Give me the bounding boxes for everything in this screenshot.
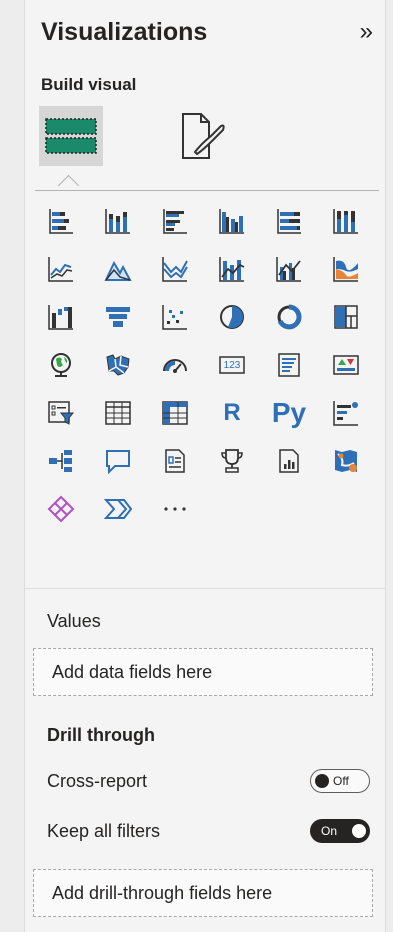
r-icon-label: R bbox=[223, 399, 241, 426]
power-automate-icon[interactable] bbox=[100, 491, 136, 527]
toggle-knob bbox=[315, 774, 329, 788]
tab-separator bbox=[35, 190, 379, 191]
cross-report-label: Cross-report bbox=[47, 771, 148, 791]
line-chart-icon[interactable] bbox=[43, 251, 79, 287]
selected-tab-caret bbox=[57, 174, 80, 197]
narrative-icon[interactable] bbox=[157, 443, 193, 479]
area-chart-icon[interactable] bbox=[100, 251, 136, 287]
decomposition-tree-icon[interactable] bbox=[43, 443, 79, 479]
card-icon-label: 123 bbox=[223, 359, 241, 371]
drill-through-field-well[interactable]: Add drill-through fields here bbox=[33, 869, 373, 917]
collapse-pane-icon[interactable]: » bbox=[360, 20, 373, 44]
build-visual-button[interactable] bbox=[39, 106, 103, 166]
slicer-icon[interactable] bbox=[43, 395, 79, 431]
stacked-area-chart-icon[interactable] bbox=[157, 251, 193, 287]
gauge-icon[interactable] bbox=[157, 347, 193, 383]
card-icon[interactable]: 123 bbox=[214, 347, 250, 383]
treemap-icon[interactable] bbox=[328, 299, 364, 335]
map-icon[interactable] bbox=[43, 347, 79, 383]
keep-all-filters-label: Keep all filters bbox=[47, 821, 161, 841]
line-clustered-column-chart-icon[interactable] bbox=[271, 251, 307, 287]
stacked-column-chart-icon[interactable] bbox=[100, 203, 136, 239]
metrics-icon[interactable] bbox=[214, 443, 250, 479]
100-stacked-bar-chart-icon[interactable] bbox=[271, 203, 307, 239]
keep-all-filters-toggle[interactable]: On bbox=[310, 819, 370, 843]
format-visual-icon bbox=[182, 113, 225, 159]
visualizations-pane: Visualizations » Build visual 123 R Py V… bbox=[24, 0, 386, 932]
line-stacked-column-chart-icon[interactable] bbox=[214, 251, 250, 287]
pane-scroll-edge bbox=[386, 0, 393, 932]
format-visual-button[interactable] bbox=[171, 106, 235, 166]
azure-map-icon[interactable] bbox=[328, 443, 364, 479]
table-icon[interactable] bbox=[100, 395, 136, 431]
more-visuals-icon[interactable] bbox=[157, 491, 193, 527]
cross-report-toggle[interactable]: Off bbox=[310, 769, 370, 793]
clustered-column-chart-icon[interactable] bbox=[214, 203, 250, 239]
scatter-chart-icon[interactable] bbox=[157, 299, 193, 335]
kpi-icon[interactable] bbox=[328, 347, 364, 383]
py-icon-label: Py bbox=[271, 397, 307, 428]
waterfall-chart-icon[interactable] bbox=[43, 299, 79, 335]
drill-through-placeholder: Add drill-through fields here bbox=[52, 882, 273, 903]
key-influencers-icon[interactable] bbox=[328, 395, 364, 431]
power-apps-icon[interactable] bbox=[43, 491, 79, 527]
100-stacked-column-chart-icon[interactable] bbox=[328, 203, 364, 239]
clustered-bar-chart-icon[interactable] bbox=[157, 203, 193, 239]
r-script-visual-icon[interactable]: R bbox=[214, 395, 250, 431]
multi-row-card-icon[interactable] bbox=[271, 347, 307, 383]
python-visual-icon[interactable]: Py bbox=[271, 395, 307, 431]
ribbon-chart-icon[interactable] bbox=[328, 251, 364, 287]
keep-all-filters-state: On bbox=[321, 824, 338, 838]
section-divider bbox=[25, 588, 385, 589]
values-placeholder: Add data fields here bbox=[52, 661, 213, 682]
report-canvas-edge bbox=[0, 0, 24, 932]
filled-map-icon[interactable] bbox=[100, 347, 136, 383]
funnel-icon[interactable] bbox=[100, 299, 136, 335]
pie-chart-icon[interactable] bbox=[214, 299, 250, 335]
paginated-report-icon[interactable] bbox=[271, 443, 307, 479]
cross-report-state: Off bbox=[333, 774, 349, 788]
stacked-bar-chart-icon[interactable] bbox=[43, 203, 79, 239]
values-label: Values bbox=[47, 611, 101, 631]
donut-chart-icon[interactable] bbox=[271, 299, 307, 335]
build-visual-icon bbox=[45, 118, 97, 154]
drill-through-title: Drill through bbox=[47, 725, 155, 745]
pane-title: Visualizations bbox=[41, 18, 208, 46]
values-field-well[interactable]: Add data fields here bbox=[33, 648, 373, 696]
qa-icon[interactable] bbox=[100, 443, 136, 479]
toggle-knob bbox=[352, 824, 366, 838]
matrix-icon[interactable] bbox=[157, 395, 193, 431]
build-visual-label: Build visual bbox=[41, 75, 137, 94]
